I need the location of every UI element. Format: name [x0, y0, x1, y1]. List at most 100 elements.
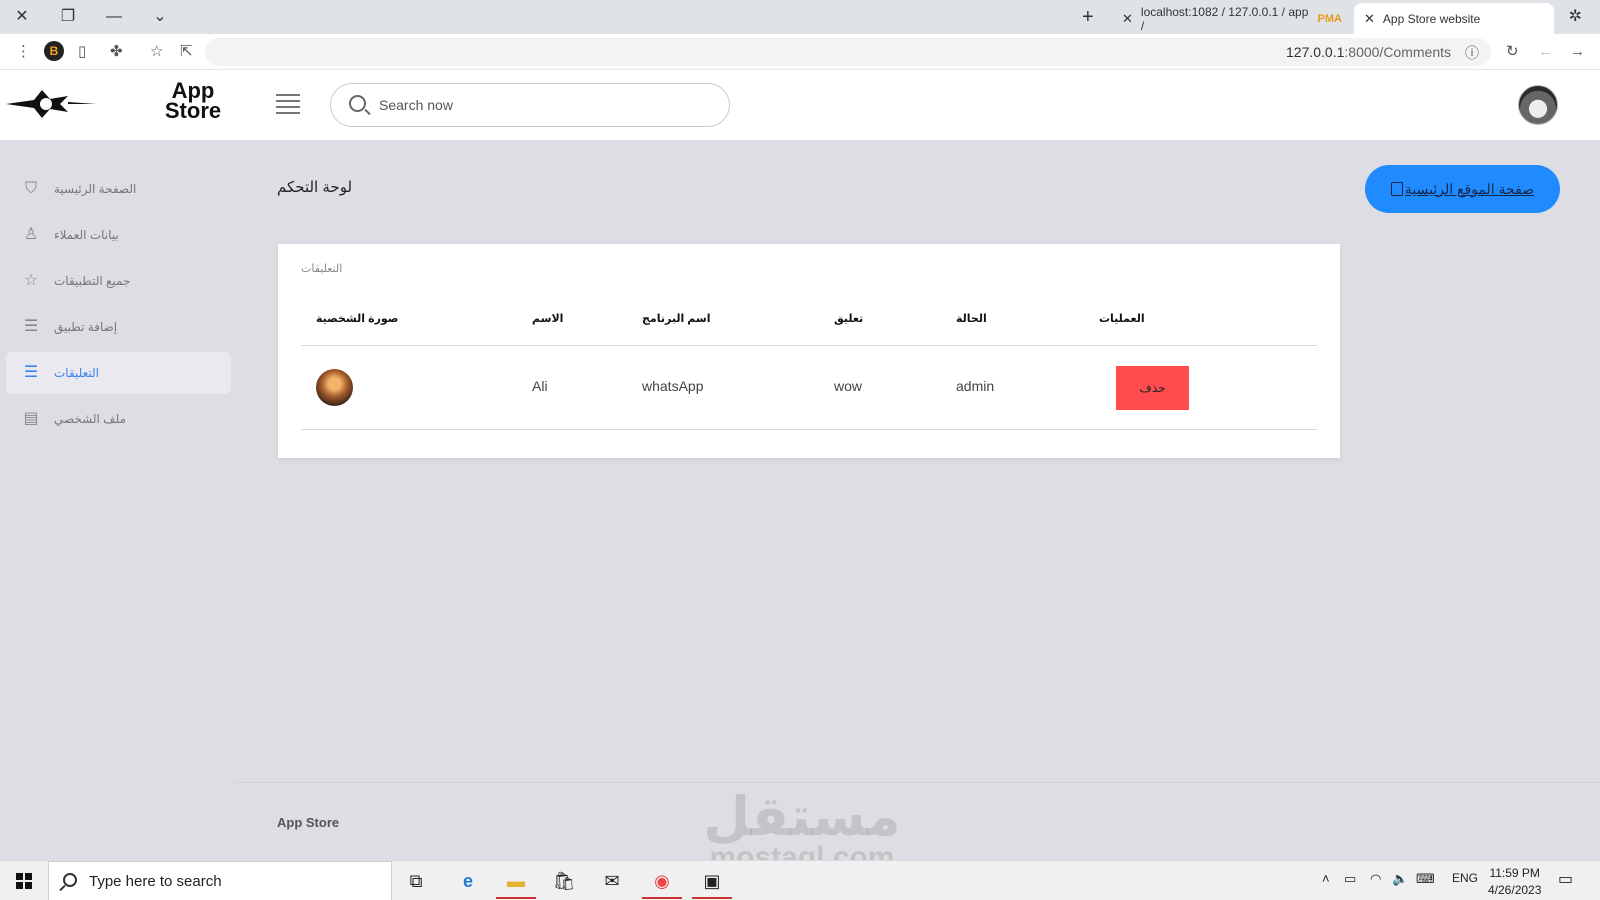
language-indicator[interactable]: ENG	[1452, 871, 1478, 885]
address-bar: ⋮ B ▯ ✤ ☆ ⇱ 127.0.0.1:8000/Comments ⓘ ↻ …	[0, 34, 1600, 70]
mail-icon[interactable]: ✉	[592, 867, 632, 899]
edge-icon[interactable]: e	[448, 867, 488, 899]
file-explorer-icon[interactable]: ▬	[496, 867, 536, 899]
volume-icon[interactable]: 🔈	[1392, 871, 1408, 887]
search-box	[330, 83, 730, 127]
clock-time: 11:59 PM	[1489, 866, 1540, 880]
wifi-icon[interactable]: ◠	[1370, 871, 1381, 887]
watermark-arabic: مستقل	[703, 787, 901, 847]
taskbar: Type here to search ⧉ e ▬ 🛍 ✉ ◉ ▣ ˄ ▭ ◠ …	[0, 860, 1600, 900]
sidebar-item-customers[interactable]: ♙ بيانات العملاء	[6, 214, 231, 256]
sidebar-item-label: ملف الشخصي	[54, 412, 127, 426]
column-header-comment: تعليق	[834, 313, 864, 325]
site-home-button[interactable]: صفحة الموقع الرئيسية	[1365, 165, 1560, 213]
footer-divider	[236, 782, 1600, 783]
tab-title: App Store website	[1382, 11, 1481, 26]
card-title: التعليقات	[301, 263, 343, 275]
logo-icon	[6, 86, 96, 127]
row-avatar	[316, 369, 353, 406]
clock-date: 4/26/2023	[1488, 883, 1542, 897]
sidebar-item-label: إضافة تطبيق	[54, 320, 118, 334]
sidebar-item-profile[interactable]: ▤ ملف الشخصي	[6, 398, 231, 440]
taskbar-search[interactable]: Type here to search	[48, 861, 392, 900]
restore-window-icon[interactable]: ❐	[54, 4, 82, 30]
chevron-down-icon[interactable]: ⌄	[146, 4, 174, 30]
more-menu-icon[interactable]: ⋮	[16, 41, 31, 63]
star-icon: ☆	[23, 272, 39, 289]
terminal-icon[interactable]: ▣	[692, 867, 732, 899]
cell-app: whatsApp	[642, 378, 704, 394]
minimize-window-icon[interactable]: —	[100, 4, 128, 30]
user-icon: ♙	[23, 226, 39, 243]
sidebar-item-add-app[interactable]: ☰ إضافة تطبيق	[6, 306, 231, 348]
clock[interactable]: 11:59 PM 4/26/2023	[1488, 865, 1541, 899]
user-avatar[interactable]	[1518, 85, 1558, 125]
site-home-button-label: صفحة الموقع الرئيسية	[1404, 180, 1535, 197]
back-arrow-icon[interactable]: ←	[1538, 41, 1553, 63]
battery-icon[interactable]: ▭	[1344, 871, 1356, 887]
comments-card: التعليقات صورة الشخصية الاسم اسم البرنام…	[278, 244, 1340, 458]
info-icon[interactable]: ⓘ	[1465, 43, 1479, 63]
tab-app-store[interactable]: ✕ App Store website	[1354, 3, 1554, 34]
delete-button[interactable]: حذف	[1116, 366, 1189, 410]
chevron-up-icon[interactable]: ˄	[1322, 871, 1330, 886]
cell-comment: wow	[834, 378, 863, 394]
share-icon[interactable]: ⇱	[180, 41, 193, 63]
url-text: 127.0.0.1:8000/Comments	[1286, 44, 1451, 60]
sidebar-panel-icon[interactable]: ▯	[78, 41, 86, 63]
sidebar-item-label: بيانات العملاء	[54, 228, 119, 242]
notifications-icon[interactable]: ▭	[1558, 869, 1573, 889]
column-header-name: الاسم	[532, 313, 564, 325]
keyboard-icon[interactable]: ⌨	[1416, 871, 1435, 887]
shield-icon: ⛉	[24, 180, 37, 197]
url-field[interactable]: 127.0.0.1:8000/Comments ⓘ	[205, 38, 1491, 66]
cell-status: admin	[956, 378, 995, 394]
sidebar-item-comments[interactable]: ☰ التعليقات	[6, 352, 231, 394]
book-icon: ▤	[23, 410, 39, 427]
footer-brand: App Store	[277, 815, 340, 830]
brand-line-2: Store	[164, 98, 222, 123]
close-icon[interactable]: ✕	[1122, 11, 1133, 27]
phpmyadmin-icon: PMA	[1317, 12, 1342, 25]
brave-icon[interactable]: B	[44, 41, 64, 61]
gear-icon[interactable]: ✲	[1569, 6, 1582, 26]
new-tab-button[interactable]: +	[1082, 4, 1094, 30]
sidebar-item-all-apps[interactable]: ☆ جميع التطبيقات	[6, 260, 231, 302]
search-icon	[349, 95, 366, 112]
sidebar-item-label: جميع التطبيقات	[54, 274, 131, 288]
column-header-avatar: صورة الشخصية	[316, 313, 399, 325]
search-input[interactable]	[379, 94, 709, 116]
store-icon[interactable]: 🛍	[544, 867, 584, 899]
table-row: Ali whatsApp wow admin حذف	[301, 346, 1317, 430]
cell-name: Ali	[532, 378, 548, 394]
browser-tab-strip: ✕ ❐ — ⌄ + ✕ localhost:1082 / 127.0.0.1 /…	[0, 0, 1600, 34]
list-icon: ☰	[23, 318, 39, 335]
close-window-icon[interactable]: ✕	[8, 4, 36, 30]
tab-phpmyadmin[interactable]: ✕ localhost:1082 / 127.0.0.1 / app / PMA	[1112, 3, 1352, 34]
hamburger-menu-icon[interactable]	[276, 94, 300, 114]
sidebar-item-label: التعليقات	[54, 366, 100, 380]
search-icon	[63, 873, 77, 887]
sidebar-item-home[interactable]: ⛉ الصفحة الرئيسية	[6, 168, 231, 210]
extensions-icon[interactable]: ✤	[110, 41, 123, 63]
column-header-app: اسم البرنامج	[642, 313, 711, 325]
windows-start-icon[interactable]	[16, 873, 32, 889]
column-header-actions: العمليات	[1099, 313, 1145, 325]
tab-title: localhost:1082 / 127.0.0.1 / app /	[1140, 4, 1309, 33]
brave-browser-icon[interactable]: ◉	[642, 867, 682, 899]
sidebar-item-label: الصفحة الرئيسية	[54, 182, 137, 196]
list-icon: ☰	[23, 364, 39, 381]
forward-arrow-icon[interactable]: →	[1570, 41, 1585, 63]
app-header: App Store	[0, 70, 1600, 140]
table-header: صورة الشخصية الاسم اسم البرنامج تعليق ال…	[301, 296, 1317, 346]
column-header-status: الحالة	[956, 313, 987, 325]
page-title: لوحة التحكم	[277, 179, 353, 196]
taskbar-search-placeholder: Type here to search	[89, 872, 222, 890]
brand-title: App Store	[163, 80, 223, 123]
reload-icon[interactable]: ↻	[1506, 41, 1519, 63]
close-icon[interactable]: ✕	[1364, 11, 1375, 27]
sidebar: ⛉ الصفحة الرئيسية ♙ بيانات العملاء ☆ جمي…	[0, 140, 240, 780]
clipboard-icon	[1390, 182, 1403, 196]
bookmark-star-icon[interactable]: ☆	[150, 41, 163, 63]
task-view-icon[interactable]: ⧉	[396, 867, 436, 899]
